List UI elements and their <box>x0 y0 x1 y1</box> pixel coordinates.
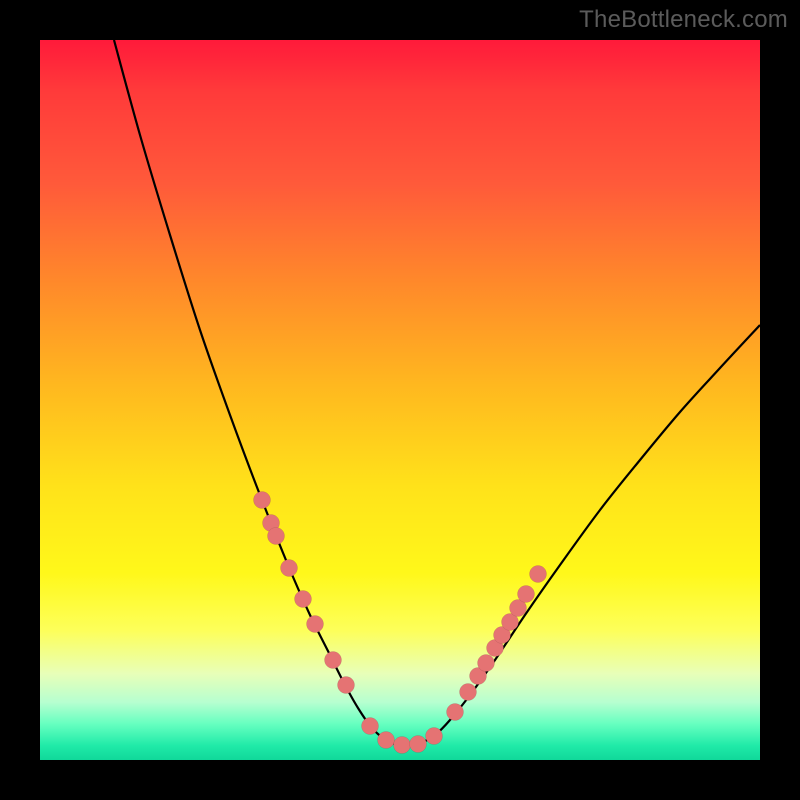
data-point <box>426 728 443 745</box>
data-point <box>478 655 495 672</box>
data-point <box>307 616 324 633</box>
data-point <box>362 718 379 735</box>
data-point <box>378 732 395 749</box>
data-point <box>254 492 271 509</box>
data-point <box>295 591 312 608</box>
bottleneck-curve <box>114 40 760 745</box>
data-point <box>410 736 427 753</box>
data-point <box>281 560 298 577</box>
data-point <box>338 677 355 694</box>
data-point <box>394 737 411 754</box>
data-point <box>530 566 547 583</box>
data-point <box>460 684 477 701</box>
watermark-label: TheBottleneck.com <box>579 6 788 34</box>
data-point <box>447 704 464 721</box>
chart-frame: TheBottleneck.com <box>0 0 800 800</box>
data-points-group <box>254 492 547 754</box>
data-point <box>325 652 342 669</box>
chart-svg <box>40 40 760 760</box>
data-point <box>268 528 285 545</box>
data-point <box>518 586 535 603</box>
plot-area <box>40 40 760 760</box>
